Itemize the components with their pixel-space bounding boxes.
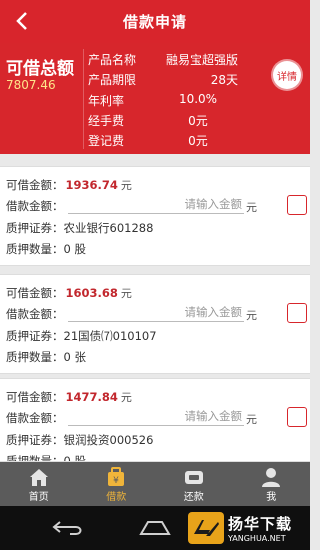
pledge-value: 银润投资000526 bbox=[63, 433, 154, 447]
tab-label: 借款 bbox=[106, 492, 127, 503]
watermark-url: YANGHUA.NET bbox=[228, 534, 286, 543]
tab-label: 我 bbox=[266, 492, 277, 503]
pledge-value: 21国债⑺010107 bbox=[63, 329, 157, 343]
available-amount: 可借金额： 1477.84 元 bbox=[6, 389, 132, 405]
tab-loan[interactable]: ¥ 借款 bbox=[78, 462, 156, 506]
available-amount: 可借金额： 1936.74 元 bbox=[6, 177, 132, 193]
available-label: 可借金额： bbox=[6, 390, 64, 404]
total-label: 可借总额 bbox=[6, 59, 74, 79]
title-bar: 借款申请 bbox=[0, 0, 310, 43]
pledge-security: 质押证券： 21国债⑺010107 bbox=[6, 328, 157, 344]
available-label: 可借金额： bbox=[6, 178, 64, 192]
available-amount: 可借金额： 1603.68 元 bbox=[6, 285, 132, 301]
pledge-label: 质押证券： bbox=[6, 433, 64, 447]
page-title: 借款申请 bbox=[122, 13, 187, 31]
tab-me[interactable]: 我 bbox=[233, 462, 311, 506]
home-icon bbox=[29, 469, 48, 486]
available-unit: 元 bbox=[120, 287, 132, 300]
available-unit: 元 bbox=[120, 179, 132, 192]
system-home-button[interactable] bbox=[137, 516, 177, 540]
registration-fee-label: 登记费 bbox=[88, 134, 125, 148]
registration-fee-value: 0元 bbox=[188, 134, 208, 148]
loan-icon: ¥ bbox=[108, 467, 125, 486]
select-checkbox[interactable] bbox=[287, 407, 307, 427]
tab-label: 首页 bbox=[28, 492, 49, 503]
interest-rate-row: 年利率 10.0% bbox=[88, 92, 238, 109]
system-back-button[interactable] bbox=[50, 516, 90, 540]
pledge-security: 质押证券： 农业银行601288 bbox=[6, 220, 153, 236]
select-checkbox[interactable] bbox=[287, 195, 307, 215]
available-unit: 元 bbox=[120, 391, 132, 404]
tab-label: 还款 bbox=[183, 492, 204, 503]
available-value: 1477.84 bbox=[65, 390, 118, 404]
back-button[interactable] bbox=[8, 7, 36, 35]
pledge-quantity: 质押数量： 0 股 bbox=[6, 241, 86, 257]
pledge-value: 农业银行601288 bbox=[63, 221, 154, 235]
product-name-row: 产品名称 融易宝超强版 bbox=[88, 51, 238, 68]
home-outline-icon bbox=[139, 521, 171, 535]
borrow-unit: 元 bbox=[246, 309, 257, 322]
borrow-label: 借款金额： bbox=[6, 411, 64, 425]
product-term-row: 产品期限 28天 bbox=[88, 71, 238, 88]
borrow-label: 借款金额： bbox=[6, 307, 64, 321]
product-term-label: 产品期限 bbox=[88, 73, 137, 87]
quantity-label: 质押数量： bbox=[6, 242, 64, 256]
total-value: 7807.46 bbox=[6, 78, 56, 92]
repay-icon bbox=[184, 471, 203, 484]
detail-button[interactable]: 详情 bbox=[273, 61, 301, 89]
borrow-unit: 元 bbox=[246, 201, 257, 214]
handling-fee-label: 经手费 bbox=[88, 114, 125, 128]
pledge-label: 质押证券： bbox=[6, 329, 64, 343]
logo-icon bbox=[188, 512, 224, 544]
quantity-value: 0 股 bbox=[63, 242, 86, 256]
quantity-label: 质押数量： bbox=[6, 454, 64, 462]
pledge-item-card: 可借金额： 1603.68 元 借款金额： 请输入金额 元 质押证券： 21国债… bbox=[0, 274, 310, 374]
user-icon bbox=[262, 468, 281, 487]
tab-home[interactable]: 首页 bbox=[0, 462, 78, 506]
product-name-value: 融易宝超强版 bbox=[165, 53, 238, 67]
borrow-amount-input[interactable]: 请输入金额 bbox=[68, 408, 244, 426]
borrow-label: 借款金额： bbox=[6, 199, 64, 213]
summary-divider bbox=[83, 49, 84, 149]
available-value: 1603.68 bbox=[65, 286, 118, 300]
svg-text:¥: ¥ bbox=[113, 476, 119, 486]
pledge-item-card: 可借金额： 1936.74 元 借款金额： 请输入金额 元 质押证券： 农业银行… bbox=[0, 166, 310, 266]
handling-fee-row: 经手费 0元 bbox=[88, 112, 238, 129]
pledge-quantity: 质押数量： 0 股 bbox=[6, 453, 86, 462]
registration-fee-row: 登记费 0元 bbox=[88, 132, 238, 149]
product-term-value: 28天 bbox=[210, 73, 238, 87]
borrow-unit: 元 bbox=[246, 413, 257, 426]
interest-rate-value: 10.0% bbox=[178, 92, 218, 106]
available-value: 1936.74 bbox=[65, 178, 118, 192]
pledge-security: 质押证券： 银润投资000526 bbox=[6, 432, 153, 448]
pledge-quantity: 质押数量： 0 张 bbox=[6, 349, 86, 365]
loan-summary: 可借总额 7807.46 产品名称 融易宝超强版 产品期限 28天 年利率 10… bbox=[0, 43, 310, 154]
quantity-value: 0 股 bbox=[63, 454, 86, 462]
pledge-label: 质押证券： bbox=[6, 221, 64, 235]
back-arrow-icon bbox=[52, 521, 82, 535]
select-checkbox[interactable] bbox=[287, 303, 307, 323]
product-name-label: 产品名称 bbox=[88, 53, 137, 67]
tab-repay[interactable]: 还款 bbox=[155, 462, 233, 506]
watermark-logo: 扬华下载 YANGHUA.NET bbox=[188, 510, 292, 546]
quantity-label: 质押数量： bbox=[6, 350, 64, 364]
quantity-value: 0 张 bbox=[63, 350, 86, 364]
watermark-text: 扬华下载 bbox=[228, 515, 293, 533]
available-label: 可借金额： bbox=[6, 286, 64, 300]
bottom-tab-bar: 首页 ¥ 借款 还款 我 bbox=[0, 462, 310, 506]
interest-rate-label: 年利率 bbox=[88, 94, 125, 108]
handling-fee-value: 0元 bbox=[188, 114, 208, 128]
borrow-amount-input[interactable]: 请输入金额 bbox=[68, 196, 244, 214]
chevron-left-icon bbox=[16, 12, 27, 30]
borrow-amount-input[interactable]: 请输入金额 bbox=[68, 304, 244, 322]
pledge-item-card: 可借金额： 1477.84 元 借款金额： 请输入金额 元 质押证券： 银润投资… bbox=[0, 378, 310, 462]
